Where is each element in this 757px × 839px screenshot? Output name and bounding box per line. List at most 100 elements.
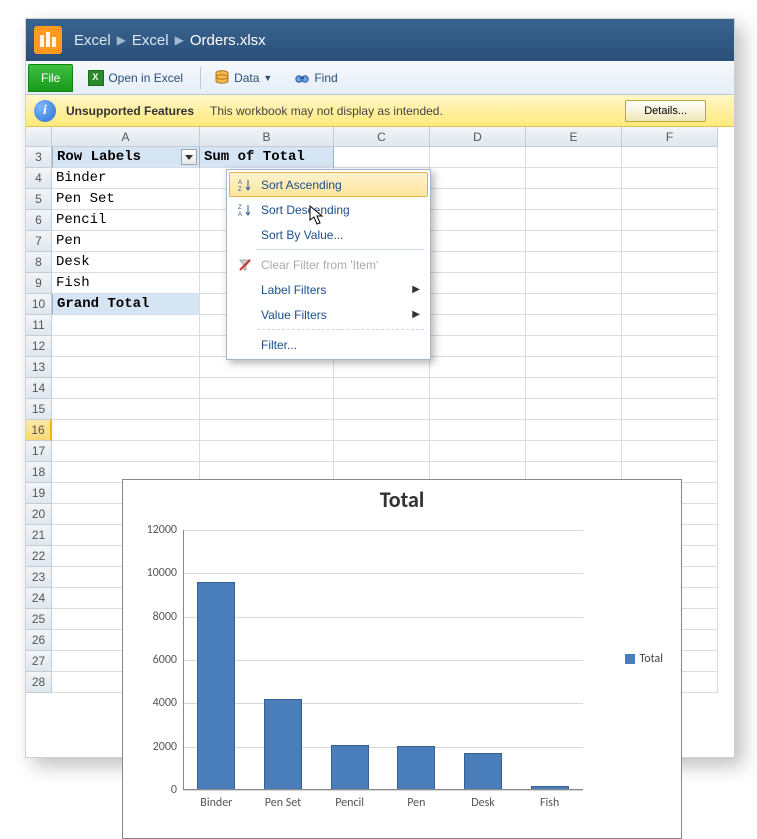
cell[interactable] xyxy=(430,189,526,210)
cell[interactable] xyxy=(430,210,526,231)
row-header[interactable]: 25 xyxy=(26,609,52,630)
cell[interactable] xyxy=(200,399,334,420)
pivot-row-labels-header[interactable]: Row Labels xyxy=(52,147,200,168)
row-header[interactable]: 16 xyxy=(26,420,52,441)
breadcrumb-seg-3[interactable]: Orders.xlsx xyxy=(190,32,266,49)
find-button[interactable]: Find xyxy=(285,66,346,90)
pivot-item[interactable]: Desk xyxy=(52,252,200,273)
file-tab[interactable]: File xyxy=(28,64,73,92)
cell[interactable] xyxy=(52,441,200,462)
cell[interactable] xyxy=(526,252,622,273)
cell[interactable] xyxy=(200,357,334,378)
row-header[interactable]: 20 xyxy=(26,504,52,525)
cell[interactable] xyxy=(334,420,430,441)
row-header[interactable]: 24 xyxy=(26,588,52,609)
row-header[interactable]: 14 xyxy=(26,378,52,399)
col-header-F[interactable]: F xyxy=(622,127,718,147)
cell[interactable] xyxy=(200,378,334,399)
row-header[interactable]: 26 xyxy=(26,630,52,651)
cell[interactable] xyxy=(526,210,622,231)
cell[interactable] xyxy=(430,252,526,273)
col-header-D[interactable]: D xyxy=(430,127,526,147)
cell[interactable] xyxy=(622,252,718,273)
cell[interactable] xyxy=(52,420,200,441)
row-header[interactable]: 15 xyxy=(26,399,52,420)
row-header[interactable]: 5 xyxy=(26,189,52,210)
row-header[interactable]: 28 xyxy=(26,672,52,693)
cell[interactable] xyxy=(526,441,622,462)
cell[interactable] xyxy=(526,336,622,357)
row-header[interactable]: 27 xyxy=(26,651,52,672)
row-header[interactable]: 8 xyxy=(26,252,52,273)
pivot-item[interactable]: Pen xyxy=(52,231,200,252)
cell[interactable] xyxy=(430,336,526,357)
pivot-item[interactable]: Binder xyxy=(52,168,200,189)
cell[interactable] xyxy=(430,294,526,315)
row-header[interactable]: 19 xyxy=(26,483,52,504)
row-header[interactable]: 22 xyxy=(26,546,52,567)
cell[interactable] xyxy=(334,378,430,399)
cell[interactable] xyxy=(622,168,718,189)
row-header[interactable]: 6 xyxy=(26,210,52,231)
cell[interactable] xyxy=(430,315,526,336)
open-in-excel-button[interactable]: Open in Excel xyxy=(79,66,192,90)
col-header-E[interactable]: E xyxy=(526,127,622,147)
menu-sort-by-value[interactable]: Sort By Value... xyxy=(229,222,428,247)
cell[interactable] xyxy=(200,441,334,462)
cell[interactable] xyxy=(52,357,200,378)
row-header[interactable]: 11 xyxy=(26,315,52,336)
cell[interactable] xyxy=(430,420,526,441)
cell[interactable] xyxy=(526,420,622,441)
pivot-values-header[interactable]: Sum of Total xyxy=(200,147,334,168)
cell[interactable] xyxy=(526,147,622,168)
cell[interactable] xyxy=(334,357,430,378)
cell[interactable] xyxy=(52,399,200,420)
row-header[interactable]: 10 xyxy=(26,294,52,315)
filter-dropdown-button[interactable] xyxy=(181,149,197,165)
cell[interactable] xyxy=(430,147,526,168)
pivot-item[interactable]: Fish xyxy=(52,273,200,294)
cell[interactable] xyxy=(430,357,526,378)
cell[interactable] xyxy=(430,441,526,462)
cell[interactable] xyxy=(622,315,718,336)
cell[interactable] xyxy=(430,231,526,252)
pivot-item[interactable]: Pen Set xyxy=(52,189,200,210)
menu-sort-descending[interactable]: ZA Sort Descending xyxy=(229,197,428,222)
cell[interactable] xyxy=(334,441,430,462)
cell[interactable] xyxy=(526,378,622,399)
col-header-C[interactable]: C xyxy=(334,127,430,147)
menu-value-filters[interactable]: Value Filters ▶ xyxy=(229,302,428,327)
menu-sort-ascending[interactable]: AZ Sort Ascending xyxy=(229,172,428,197)
cell[interactable] xyxy=(430,168,526,189)
cell[interactable] xyxy=(622,336,718,357)
cell[interactable] xyxy=(526,273,622,294)
cell[interactable] xyxy=(622,147,718,168)
cell[interactable] xyxy=(622,189,718,210)
cell[interactable] xyxy=(430,399,526,420)
cell[interactable] xyxy=(622,441,718,462)
cell[interactable] xyxy=(622,357,718,378)
menu-filter[interactable]: Filter... xyxy=(229,332,428,357)
row-header[interactable]: 13 xyxy=(26,357,52,378)
row-header[interactable]: 7 xyxy=(26,231,52,252)
cell[interactable] xyxy=(526,315,622,336)
row-header[interactable]: 3 xyxy=(26,147,52,168)
pivot-grand-total[interactable]: Grand Total xyxy=(52,294,200,315)
cell[interactable] xyxy=(52,336,200,357)
row-header[interactable]: 9 xyxy=(26,273,52,294)
col-header-B[interactable]: B xyxy=(200,127,334,147)
cell[interactable] xyxy=(526,399,622,420)
data-button[interactable]: Data ▼ xyxy=(205,66,281,90)
cell[interactable] xyxy=(622,273,718,294)
details-button[interactable]: Details... xyxy=(625,100,706,122)
select-all-corner[interactable] xyxy=(26,127,52,147)
cell[interactable] xyxy=(430,378,526,399)
cell[interactable] xyxy=(622,420,718,441)
menu-label-filters[interactable]: Label Filters ▶ xyxy=(229,277,428,302)
row-header[interactable]: 23 xyxy=(26,567,52,588)
cell[interactable] xyxy=(526,168,622,189)
cell[interactable] xyxy=(526,357,622,378)
cell[interactable] xyxy=(52,315,200,336)
breadcrumb-seg-1[interactable]: Excel xyxy=(74,32,111,49)
pivot-item[interactable]: Pencil xyxy=(52,210,200,231)
